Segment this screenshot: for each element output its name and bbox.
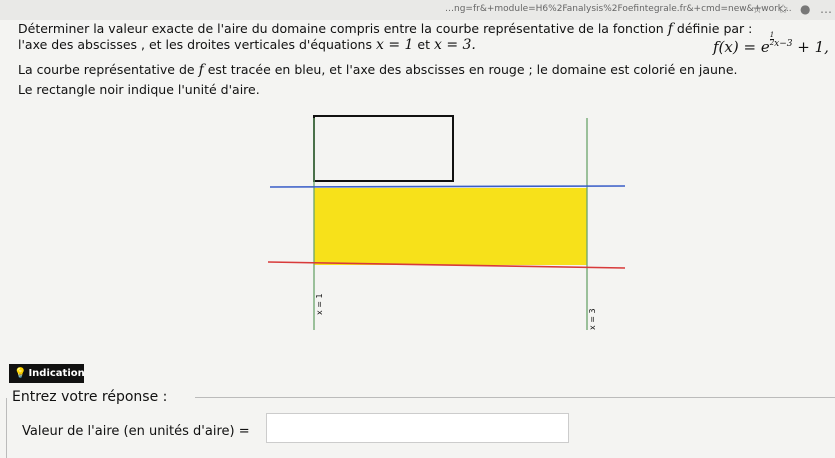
unit-area-rectangle: [313, 115, 454, 182]
area-figure: x = 1 x = 3: [267, 115, 626, 330]
area-answer-input[interactable]: [266, 413, 569, 443]
indication-label: Indication: [28, 368, 85, 379]
lightbulb-icon: 💡: [14, 368, 27, 379]
area-answer-label: Valeur de l'aire (en unités d'aire) =: [22, 424, 250, 439]
indication-button[interactable]: 💡 Indication: [9, 364, 85, 383]
label-x1: x = 1: [315, 293, 324, 315]
blue-curve: [269, 185, 626, 188]
answer-section-title: Entrez votre réponse :: [12, 389, 168, 405]
yellow-domain: [314, 188, 587, 265]
label-x3: x = 3: [588, 308, 597, 330]
